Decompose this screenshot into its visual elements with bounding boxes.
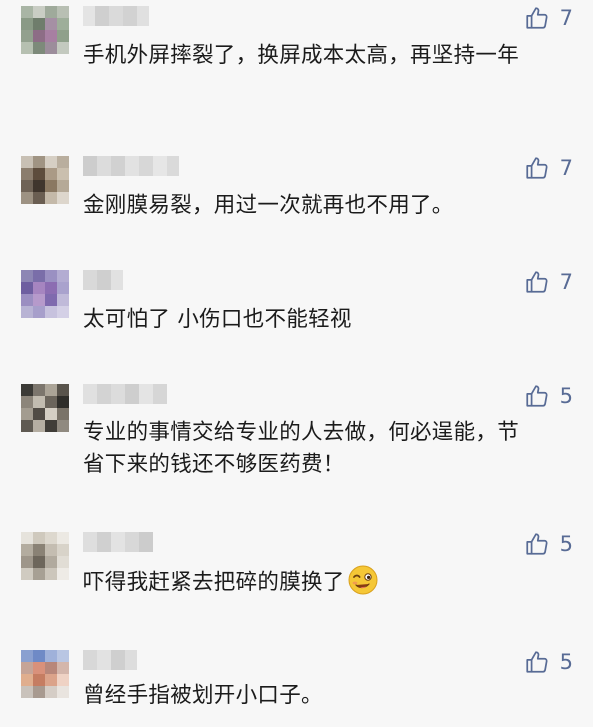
thumbs-up-icon [526,271,548,293]
thumbs-up-icon [526,533,548,555]
username-masked[interactable] [83,650,137,670]
thumbs-up-icon [526,157,548,179]
like-button[interactable]: 7 [524,268,573,296]
like-button[interactable]: 5 [524,382,573,410]
avatar[interactable] [21,156,69,204]
comment-text: 专业的事情交给专业的人去做，何必逞能，节省下来的钱还不够医药费！ [83,420,520,477]
comment-text: 吓得我赶紧去把碎的膜换了 [83,564,553,599]
like-button[interactable]: 7 [524,154,573,182]
like-count: 5 [559,532,573,556]
comment-text: 手机外屏摔裂了，换屏成本太高，再坚持一年 [83,43,520,68]
comment-text: 太可怕了 小伤口也不能轻视 [83,307,352,332]
thumbs-up-icon [526,651,548,673]
like-count: 5 [559,650,573,674]
like-button[interactable]: 7 [524,4,573,32]
thumbs-up-icon [526,385,548,407]
username-masked[interactable] [83,384,167,404]
like-button[interactable]: 5 [524,648,573,676]
avatar[interactable] [21,532,69,580]
like-button[interactable]: 5 [524,530,573,558]
like-count: 5 [559,384,573,408]
comment-text-content: 吓得我赶紧去把碎的膜换了 [83,570,345,595]
avatar[interactable] [21,270,69,318]
like-count: 7 [559,156,573,180]
winking-face-emoji-icon [348,565,378,595]
username-masked[interactable] [83,270,123,290]
username-masked[interactable] [83,6,149,26]
like-count: 7 [559,6,573,30]
like-count: 7 [559,270,573,294]
username-masked[interactable] [83,532,153,552]
avatar[interactable] [21,650,69,698]
avatar[interactable] [21,6,69,54]
avatar[interactable] [21,384,69,432]
username-masked[interactable] [83,156,179,176]
thumbs-up-icon [526,7,548,29]
comment-text: 曾经手指被划开小口子。 [83,683,323,708]
comment-text: 金刚膜易裂，用过一次就再也不用了。 [83,193,454,218]
